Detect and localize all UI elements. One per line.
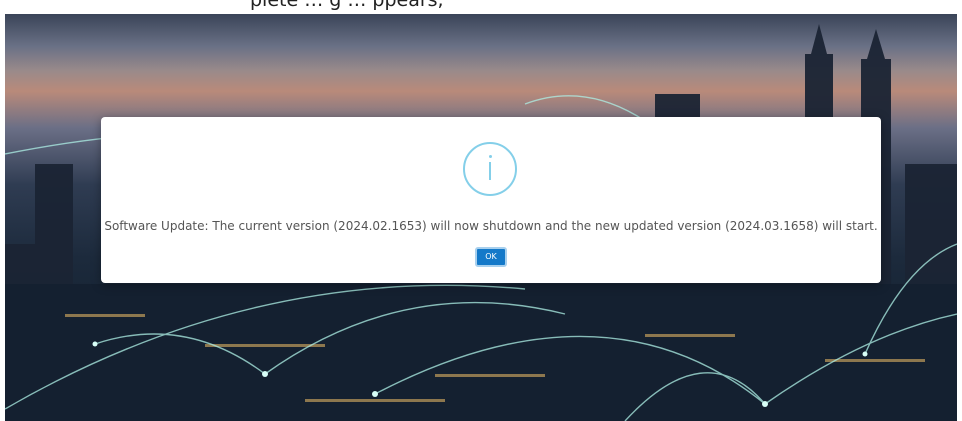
software-update-dialog: Software Update: The current version (20… bbox=[101, 117, 881, 283]
ok-button[interactable]: OK bbox=[475, 247, 507, 267]
info-icon-dot bbox=[489, 155, 492, 158]
info-icon bbox=[463, 142, 517, 196]
top-page-strip: plete … g … ppears, bbox=[0, 0, 962, 14]
update-message: Software Update: The current version (20… bbox=[104, 219, 878, 233]
info-icon-stem bbox=[489, 162, 491, 180]
partial-heading-text: plete … g … ppears, bbox=[250, 0, 444, 11]
